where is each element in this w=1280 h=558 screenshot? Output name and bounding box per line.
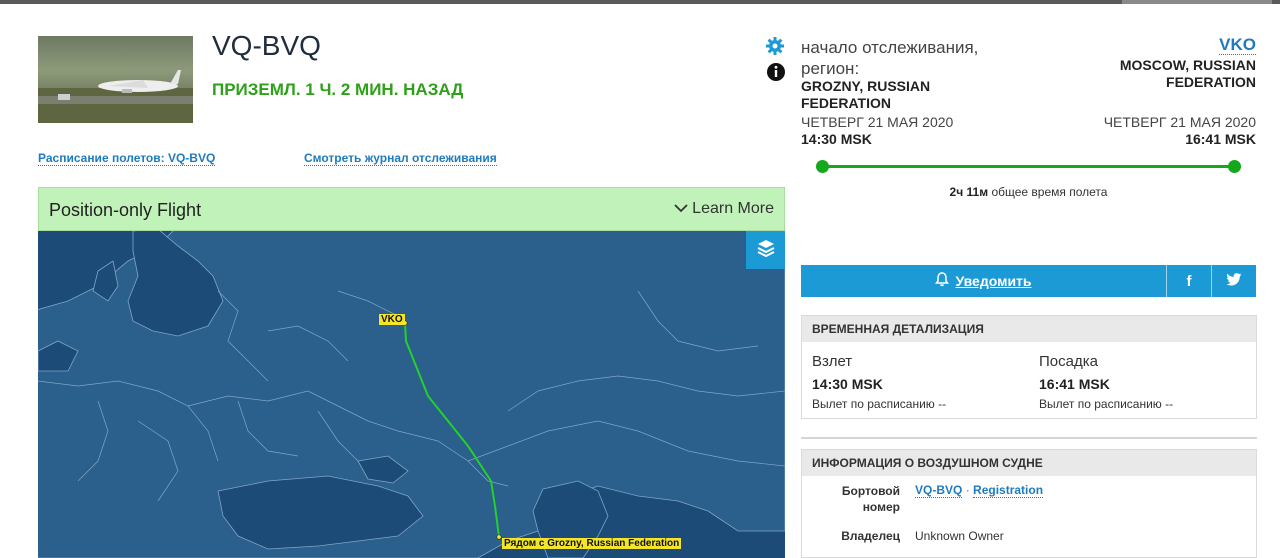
tail-number-label: Бортовой номер [841, 484, 900, 514]
aircraft-panel-header: ИНФОРМАЦИЯ О ВОЗДУШНОМ СУДНЕ [802, 450, 1256, 476]
notify-label: Уведомить [955, 273, 1032, 289]
destination-city: MOSCOW, RUSSIAN FEDERATION [1119, 57, 1256, 90]
origin-date: ЧЕТВЕРГ 21 МАЯ 2020 [801, 114, 954, 130]
banner-title: Position-only Flight [49, 200, 202, 220]
tail-number-value: VQ-BVQ · Registration [915, 482, 1044, 498]
takeoff-label: Взлет [812, 353, 853, 370]
timing-panel-header: ВРЕМЕННАЯ ДЕТАЛИЗАЦИЯ [802, 316, 1256, 342]
schedule-link[interactable]: Расписание полетов: VQ-BVQ [38, 151, 216, 166]
facebook-share-button[interactable]: f [1166, 265, 1211, 297]
notify-bar: Уведомить f [801, 265, 1256, 297]
gear-icon[interactable] [765, 36, 785, 56]
notify-button[interactable]: Уведомить [801, 265, 1166, 297]
twitter-share-button[interactable] [1211, 265, 1256, 297]
registration-link[interactable]: Registration [973, 483, 1044, 498]
flight-map[interactable] [38, 231, 785, 558]
progress-start-dot [816, 160, 829, 173]
origin-region: GROZNY, RUSSIAN FEDERATION [801, 78, 931, 111]
aircraft-photo[interactable] [38, 36, 193, 123]
map-dest-label: VKO [379, 314, 405, 325]
owner-value: Unknown Owner [915, 529, 1004, 543]
flight-time-hours: 2ч [949, 185, 964, 199]
landing-time: 16:41 MSK [1039, 376, 1110, 392]
chevron-down-icon [674, 200, 688, 218]
layers-icon [756, 238, 776, 263]
landing-label: Посадка [1039, 353, 1098, 370]
map-origin-label: Рядом с Grozny, Russian Federation [502, 538, 682, 549]
map-layers-button[interactable] [746, 231, 785, 269]
learn-more-toggle[interactable]: Learn More [674, 200, 774, 218]
page-title: VQ-BVQ [212, 30, 321, 61]
destination-date: ЧЕТВЕРГ 21 МАЯ 2020 [1103, 114, 1256, 130]
takeoff-time: 14:30 MSK [812, 376, 883, 392]
flight-progress-bar [822, 165, 1235, 168]
total-flight-time: 2ч 11м общее время полета [801, 185, 1256, 199]
scrollbar-thumb[interactable] [1122, 0, 1272, 4]
twitter-icon [1225, 272, 1242, 290]
destination-time: 16:41 MSK [1185, 131, 1256, 147]
section-divider [801, 437, 1257, 439]
tail-number-link[interactable]: VQ-BVQ [915, 483, 963, 498]
origin-label: начало отслеживания, регион: [801, 38, 979, 78]
timing-panel: ВРЕМЕННАЯ ДЕТАЛИЗАЦИЯ Взлет 14:30 MSK Вы… [801, 315, 1257, 419]
position-only-banner: Position-only Flight Learn More [38, 187, 785, 231]
owner-label: Владелец [841, 529, 900, 543]
facebook-icon: f [1186, 272, 1192, 290]
flight-time-suffix: общее время полета [991, 185, 1108, 199]
takeoff-scheduled: Вылет по расписанию -- [812, 397, 947, 411]
flight-status: ПРИЗЕМЛ. 1 Ч. 2 МИН. НАЗАД [212, 80, 464, 99]
link-separator: · [965, 483, 974, 497]
aircraft-panel: ИНФОРМАЦИЯ О ВОЗДУШНОМ СУДНЕ Бортовой но… [801, 449, 1257, 558]
flight-time-minutes: 11м [966, 185, 989, 199]
top-scroll-strip [0, 0, 1280, 4]
bell-icon [935, 272, 950, 290]
tracklog-link[interactable]: Смотреть журнал отслеживания [304, 151, 497, 166]
info-icon[interactable] [766, 62, 786, 82]
origin-time: 14:30 MSK [801, 131, 872, 147]
learn-more-label: Learn More [692, 200, 774, 217]
destination-code-link[interactable]: VKO [1219, 36, 1256, 55]
landing-scheduled: Вылет по расписанию -- [1039, 397, 1174, 411]
progress-end-dot [1228, 160, 1241, 173]
